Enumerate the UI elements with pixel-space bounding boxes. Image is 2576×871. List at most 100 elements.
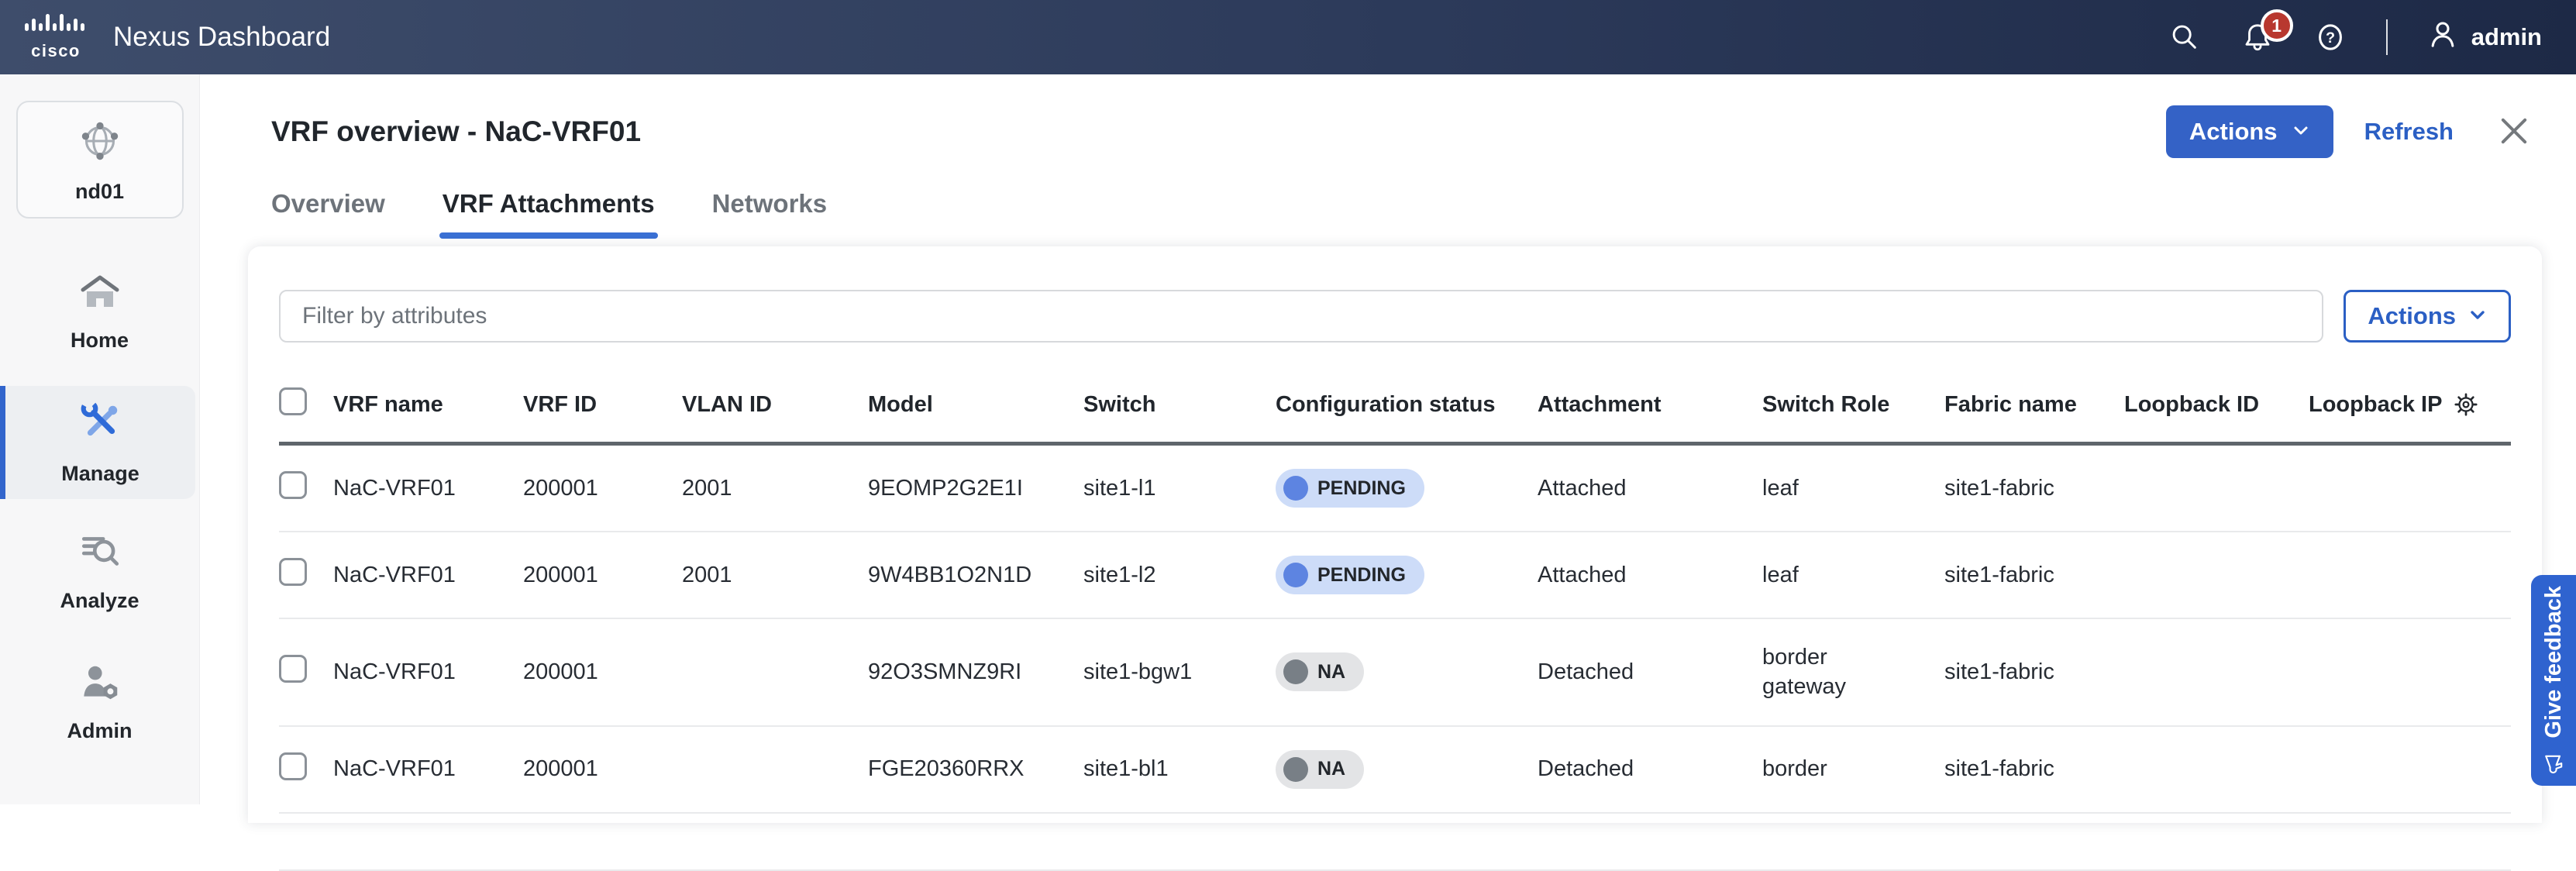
tab-overview[interactable]: Overview bbox=[271, 189, 385, 239]
table-row: NaC-VRF01 200001 92O3SMNZ9RI site1-bgw1 … bbox=[279, 618, 2511, 726]
select-all-checkbox[interactable] bbox=[279, 387, 307, 415]
cell-vrf-id: 200001 bbox=[523, 444, 682, 532]
sidebar-item-manage[interactable]: Manage bbox=[0, 386, 195, 499]
row-checkbox[interactable] bbox=[279, 655, 307, 683]
cell-configuration-status: NA bbox=[1276, 726, 1538, 813]
cell-loopback-ip bbox=[2309, 726, 2511, 813]
status-dot-icon bbox=[1283, 659, 1308, 684]
cell-loopback-ip bbox=[2309, 532, 2511, 618]
status-dot-icon bbox=[1283, 563, 1308, 587]
cell-configuration-status: PENDING bbox=[1276, 532, 1538, 618]
cluster-label: nd01 bbox=[75, 180, 124, 204]
cell-vlan-id: 2001 bbox=[682, 444, 868, 532]
cell-vrf-name: NaC-VRF01 bbox=[333, 726, 523, 813]
column-settings-gear-icon[interactable] bbox=[2453, 391, 2479, 418]
sidebar-item-label: Manage bbox=[61, 462, 139, 486]
filter-input[interactable] bbox=[279, 290, 2323, 343]
header-divider bbox=[2386, 19, 2388, 55]
cell-switch-role: border gateway bbox=[1762, 618, 1944, 726]
admin-user-gear-icon bbox=[77, 663, 122, 707]
page-title: VRF overview - NaC-VRF01 bbox=[271, 115, 641, 148]
cell-switch-role: leaf bbox=[1762, 532, 1944, 618]
cell-attachment: Detached bbox=[1538, 726, 1762, 813]
status-badge: PENDING bbox=[1276, 469, 1424, 508]
table-toolbar: Actions bbox=[279, 290, 2511, 343]
tab-vrf-attachments[interactable]: VRF Attachments bbox=[443, 189, 655, 239]
cell-attachment: Detached bbox=[1538, 618, 1762, 726]
col-header-configuration-status[interactable]: Configuration status bbox=[1276, 377, 1538, 444]
cell-fabric-name: site1-fabric bbox=[1944, 726, 2124, 813]
user-name: admin bbox=[2471, 23, 2542, 51]
tab-bar: Overview VRF Attachments Networks bbox=[271, 189, 2576, 239]
page-header-actions: Actions Refresh bbox=[2166, 105, 2533, 158]
table-row: NaC-VRF01 200001 FGE20360RRX site1-bl1 N… bbox=[279, 726, 2511, 813]
cell-model: FGE20360RRX bbox=[868, 726, 1083, 813]
col-header-switch[interactable]: Switch bbox=[1083, 377, 1276, 444]
user-icon bbox=[2426, 18, 2459, 57]
actions-button-primary[interactable]: Actions bbox=[2166, 105, 2333, 158]
cell-configuration-status: PENDING bbox=[1276, 444, 1538, 532]
analyze-search-icon bbox=[77, 532, 122, 577]
notifications-bell-icon[interactable]: 1 bbox=[2240, 20, 2275, 54]
sidebar-cluster-nd01[interactable]: nd01 bbox=[16, 101, 184, 219]
col-header-model[interactable]: Model bbox=[868, 377, 1083, 444]
cell-vrf-id: 200001 bbox=[523, 618, 682, 726]
row-checkbox[interactable] bbox=[279, 471, 307, 499]
sidebar-nav: Home Manage bbox=[0, 239, 199, 759]
cell-attachment: Attached bbox=[1538, 444, 1762, 532]
col-header-vrf-id[interactable]: VRF ID bbox=[523, 377, 682, 444]
col-header-vrf-name[interactable]: VRF name bbox=[333, 377, 523, 444]
cluster-globe-icon bbox=[74, 115, 126, 170]
cell-configuration-status: NA bbox=[1276, 618, 1538, 726]
refresh-link[interactable]: Refresh bbox=[2364, 118, 2454, 146]
app-header: cisco Nexus Dashboard 1 ? bbox=[0, 0, 2576, 74]
sidebar-item-admin[interactable]: Admin bbox=[0, 646, 199, 759]
cell-switch: site1-l2 bbox=[1083, 532, 1276, 618]
cell-loopback-ip bbox=[2309, 618, 2511, 726]
help-icon[interactable]: ? bbox=[2313, 20, 2347, 54]
header-actions: 1 ? admin bbox=[2168, 18, 2542, 57]
row-checkbox[interactable] bbox=[279, 558, 307, 586]
sidebar: nd01 Home Manage bbox=[0, 74, 200, 804]
sidebar-item-analyze[interactable]: Analyze bbox=[0, 516, 199, 629]
tab-networks[interactable]: Networks bbox=[712, 189, 828, 239]
row-checkbox[interactable] bbox=[279, 752, 307, 780]
col-header-vlan-id[interactable]: VLAN ID bbox=[682, 377, 868, 444]
tools-icon bbox=[78, 399, 123, 449]
cell-vrf-id: 200001 bbox=[523, 532, 682, 618]
give-feedback-button[interactable]: Give feedback bbox=[2531, 575, 2576, 786]
col-header-fabric-name[interactable]: Fabric name bbox=[1944, 377, 2124, 444]
col-header-loopback-ip[interactable]: Loopback IP bbox=[2309, 377, 2511, 444]
search-icon[interactable] bbox=[2168, 20, 2202, 54]
cell-vrf-name: NaC-VRF01 bbox=[333, 532, 523, 618]
sidebar-item-home[interactable]: Home bbox=[0, 256, 199, 369]
cell-loopback-id bbox=[2124, 444, 2309, 532]
col-header-loopback-id[interactable]: Loopback ID bbox=[2124, 377, 2309, 444]
sidebar-item-label: Home bbox=[71, 329, 129, 353]
cell-vlan-id bbox=[682, 726, 868, 813]
cisco-logo-word: cisco bbox=[31, 41, 81, 61]
cell-attachment: Attached bbox=[1538, 532, 1762, 618]
row-select-cell bbox=[279, 444, 333, 532]
col-header-attachment[interactable]: Attachment bbox=[1538, 377, 1762, 444]
home-icon bbox=[78, 272, 122, 316]
col-header-switch-role[interactable]: Switch Role bbox=[1762, 377, 1944, 444]
status-badge: NA bbox=[1276, 652, 1364, 691]
svg-text:?: ? bbox=[2326, 29, 2335, 46]
table-footer-spacer bbox=[279, 813, 2511, 870]
row-select-cell bbox=[279, 726, 333, 813]
actions-button-table[interactable]: Actions bbox=[2344, 290, 2511, 343]
cell-vrf-id: 200001 bbox=[523, 726, 682, 813]
cell-model: 92O3SMNZ9RI bbox=[868, 618, 1083, 726]
user-menu[interactable]: admin bbox=[2426, 18, 2542, 57]
chevron-down-icon bbox=[2468, 302, 2487, 330]
chevron-down-icon bbox=[2292, 118, 2310, 146]
close-icon[interactable] bbox=[2495, 112, 2533, 152]
cell-switch-role: border bbox=[1762, 726, 1944, 813]
status-dot-icon bbox=[1283, 476, 1308, 501]
app-title: Nexus Dashboard bbox=[113, 22, 330, 53]
megaphone-icon bbox=[2541, 750, 2566, 775]
status-badge: NA bbox=[1276, 750, 1364, 789]
cisco-logo[interactable]: cisco bbox=[20, 13, 91, 61]
vrf-attachments-table: VRF name VRF ID VLAN ID Model Switch Con… bbox=[279, 377, 2511, 871]
